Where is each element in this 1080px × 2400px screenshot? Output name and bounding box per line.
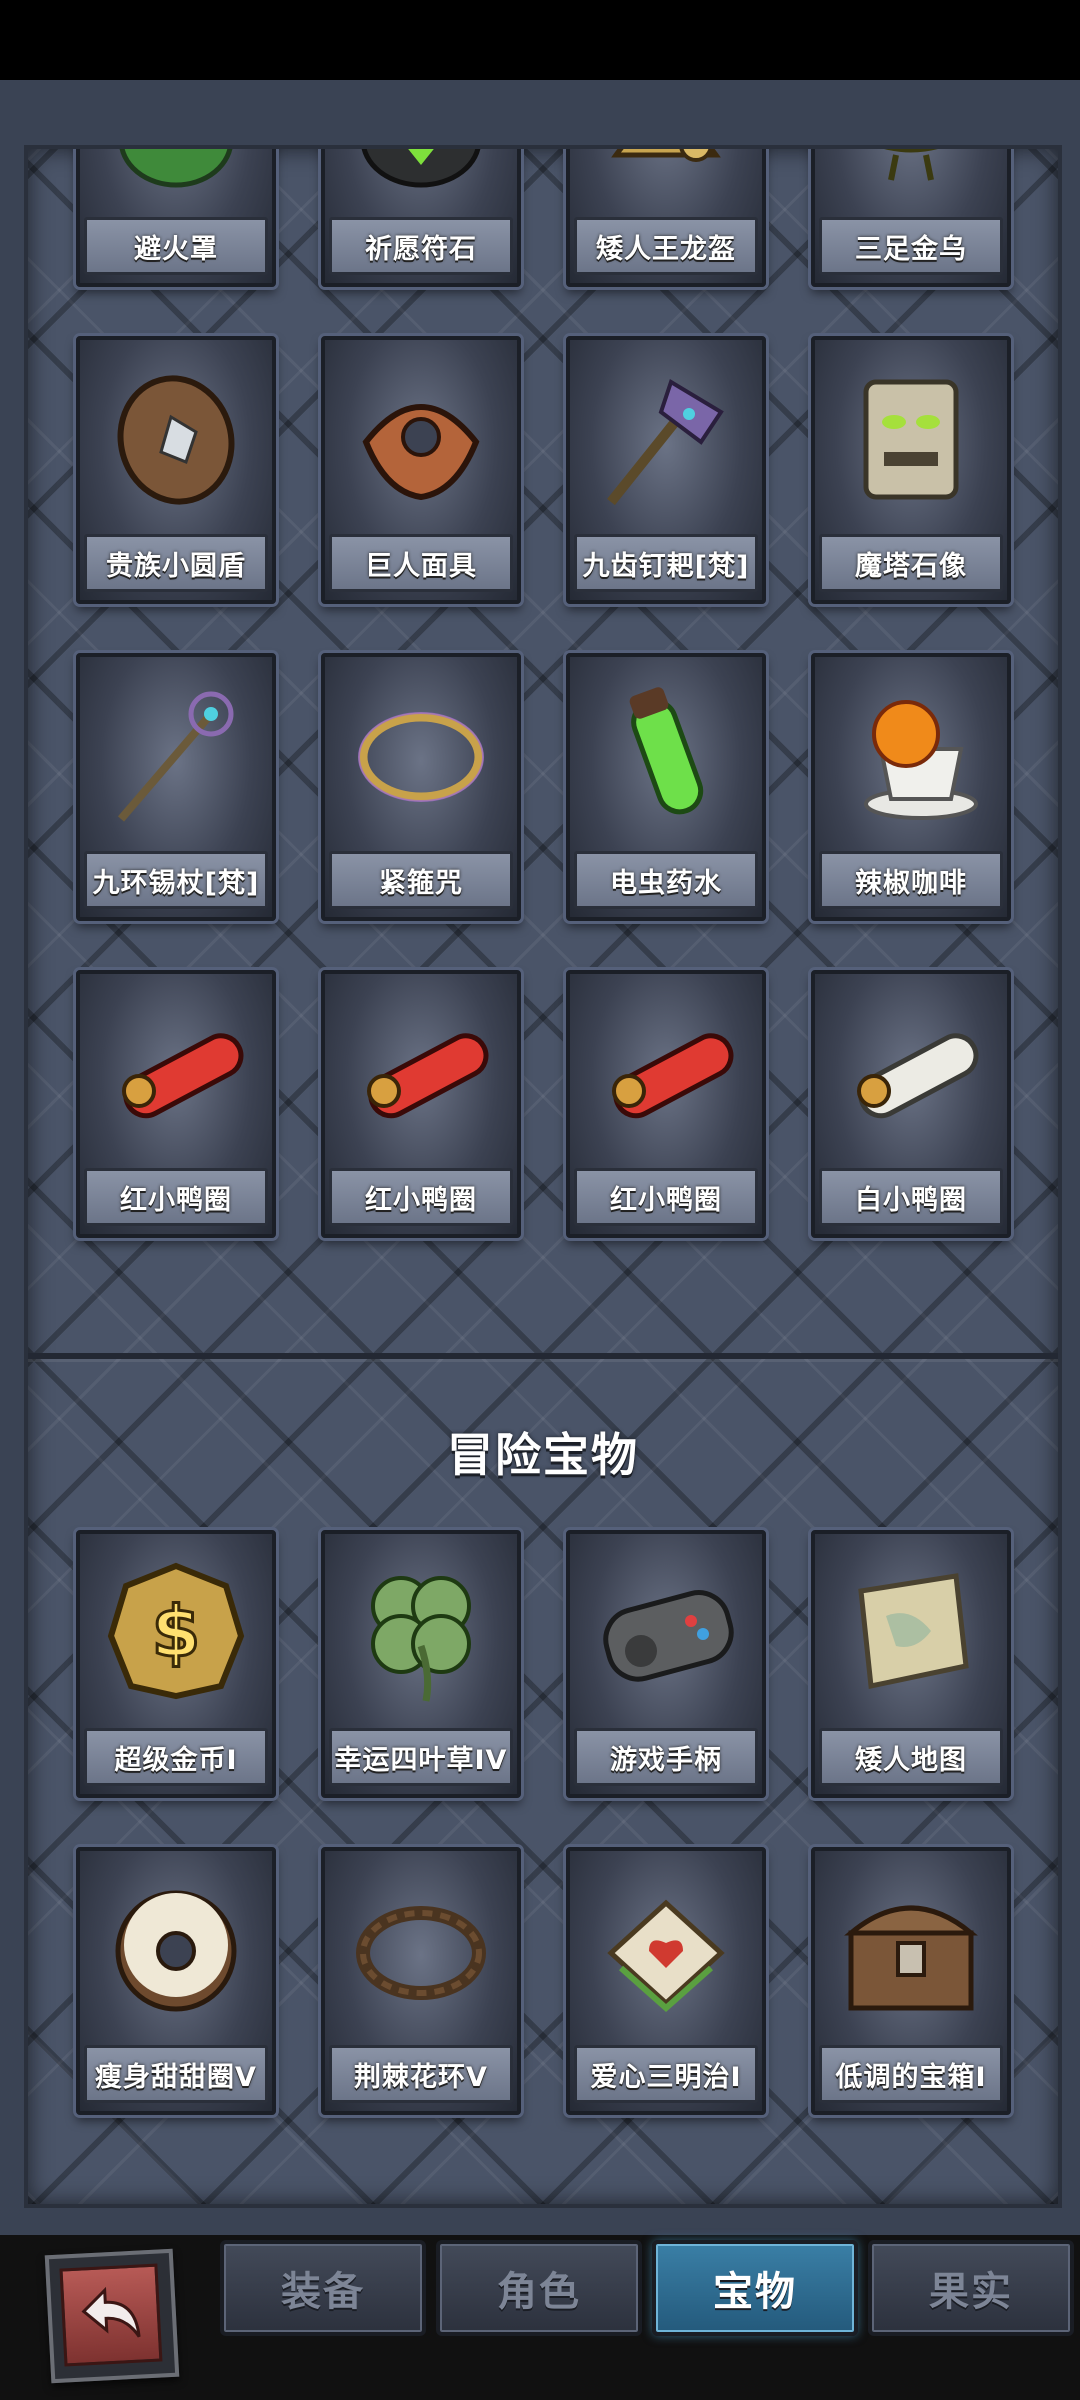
treasure-card[interactable]: $ 超级金币I (76, 1530, 276, 1798)
treasure-label: 巨人面具 (329, 534, 513, 592)
treasure-grid-top: 避火罩 祈愿符石 矮人王龙盔 三足金乌 贵族小圆盾 巨人面具 九齿钉耙[梵] 魔… (76, 149, 1011, 1287)
treasure-label: 白小鸭圈 (819, 1168, 1003, 1226)
status-bar (0, 0, 1080, 80)
treasure-label: 超级金币I (84, 1728, 268, 1786)
giant-mask-icon (339, 352, 503, 522)
treasure-label: 游戏手柄 (574, 1728, 758, 1786)
treasure-card[interactable]: 矮人地图 (811, 1530, 1011, 1798)
treasure-label: 矮人地图 (819, 1728, 1003, 1786)
thorn-wreath-icon (339, 1863, 503, 2033)
treasure-card[interactable]: 巨人面具 (321, 336, 521, 604)
treasure-label: 三足金乌 (819, 217, 1003, 275)
treasure-label: 红小鸭圈 (329, 1168, 513, 1226)
treasure-card[interactable]: 低调的宝箱I (811, 1847, 1011, 2115)
treasure-label: 瘦身甜甜圈V (84, 2045, 268, 2103)
treasure-panel[interactable]: 避火罩 祈愿符石 矮人王龙盔 三足金乌 贵族小圆盾 巨人面具 九齿钉耙[梵] 魔… (24, 145, 1062, 2208)
section-title: 冒险宝物 (447, 1428, 639, 1482)
treasure-chest-icon (829, 1863, 993, 2033)
gold-coin-icon: $ (94, 1546, 258, 1716)
heart-sandwich-icon (584, 1863, 748, 2033)
treasure-card[interactable]: 爱心三明治I (566, 1847, 766, 2115)
treasure-label: 九齿钉耙[梵] (574, 534, 758, 592)
fire-shield-mask-icon (94, 149, 258, 205)
treasure-card[interactable]: 贵族小圆盾 (76, 336, 276, 604)
treasure-card[interactable]: 矮人王龙盔 (566, 149, 766, 287)
treasure-card[interactable]: 辣椒咖啡 (811, 653, 1011, 921)
treasure-card[interactable]: 九环锡杖[梵] (76, 653, 276, 921)
tab-equipment[interactable]: 装备 (220, 2240, 426, 2336)
treasure-label: 荆棘花环V (329, 2045, 513, 2103)
treasure-card[interactable]: 电虫药水 (566, 653, 766, 921)
treasure-card[interactable]: 白小鸭圈 (811, 970, 1011, 1238)
treasure-card[interactable]: 避火罩 (76, 149, 276, 287)
treasure-label: 贵族小圆盾 (84, 534, 268, 592)
tower-statue-icon (829, 352, 993, 522)
nine-ring-staff-icon (94, 669, 258, 839)
golden-headband-icon (339, 669, 503, 839)
svg-text:$: $ (152, 1591, 201, 1673)
white-duck-ring-icon (829, 986, 993, 1156)
wish-rune-stone-icon (339, 149, 503, 205)
treasure-card[interactable]: 魔塔石像 (811, 336, 1011, 604)
treasure-card[interactable]: 红小鸭圈 (566, 970, 766, 1238)
treasure-label: 低调的宝箱I (819, 2045, 1003, 2103)
donut-icon (94, 1863, 258, 2033)
treasure-card[interactable]: 九齿钉耙[梵] (566, 336, 766, 604)
treasure-card[interactable]: 祈愿符石 (321, 149, 521, 287)
game-controller-icon (584, 1546, 748, 1716)
tab-treasure[interactable]: 宝物 (652, 2240, 858, 2336)
adventure-treasure-grid: $ 超级金币I 幸运四叶草IV 游戏手柄 矮人地图 瘦身甜甜圈V 荆棘花环V 爱… (76, 1530, 1011, 2164)
treasure-card[interactable]: 幸运四叶草IV (321, 1530, 521, 1798)
chili-coffee-icon (829, 669, 993, 839)
dwarf-map-icon (829, 1546, 993, 1716)
treasure-card[interactable]: 红小鸭圈 (76, 970, 276, 1238)
back-button[interactable] (44, 2248, 180, 2384)
treasure-label: 祈愿符石 (329, 217, 513, 275)
dwarf-dragon-helmet-icon (584, 149, 748, 205)
red-duck-ring-icon (584, 986, 748, 1156)
golden-crow-icon (829, 149, 993, 205)
red-duck-ring-icon (339, 986, 503, 1156)
round-shield-icon (94, 352, 258, 522)
back-arrow-icon (59, 2263, 163, 2367)
treasure-label: 魔塔石像 (819, 534, 1003, 592)
treasure-card[interactable]: 荆棘花环V (321, 1847, 521, 2115)
treasure-label: 爱心三明治I (574, 2045, 758, 2103)
treasure-card[interactable]: 紧箍咒 (321, 653, 521, 921)
treasure-label: 辣椒咖啡 (819, 851, 1003, 909)
treasure-label: 红小鸭圈 (84, 1168, 268, 1226)
tab-fruit[interactable]: 果实 (868, 2240, 1074, 2336)
treasure-label: 电虫药水 (574, 851, 758, 909)
treasure-label: 九环锡杖[梵] (84, 851, 268, 909)
section-divider (28, 1353, 1058, 1359)
four-leaf-clover-icon (339, 1546, 503, 1716)
treasure-label: 避火罩 (84, 217, 268, 275)
treasure-card[interactable]: 红小鸭圈 (321, 970, 521, 1238)
nine-tooth-rake-icon (584, 352, 748, 522)
tab-character[interactable]: 角色 (436, 2240, 642, 2336)
treasure-label: 矮人王龙盔 (574, 217, 758, 275)
treasure-label: 幸运四叶草IV (329, 1728, 513, 1786)
treasure-card[interactable]: 三足金乌 (811, 149, 1011, 287)
treasure-card[interactable]: 瘦身甜甜圈V (76, 1847, 276, 2115)
treasure-label: 紧箍咒 (329, 851, 513, 909)
treasure-card[interactable]: 游戏手柄 (566, 1530, 766, 1798)
treasure-label: 红小鸭圈 (574, 1168, 758, 1226)
bug-potion-icon (584, 669, 748, 839)
red-duck-ring-icon (94, 986, 258, 1156)
